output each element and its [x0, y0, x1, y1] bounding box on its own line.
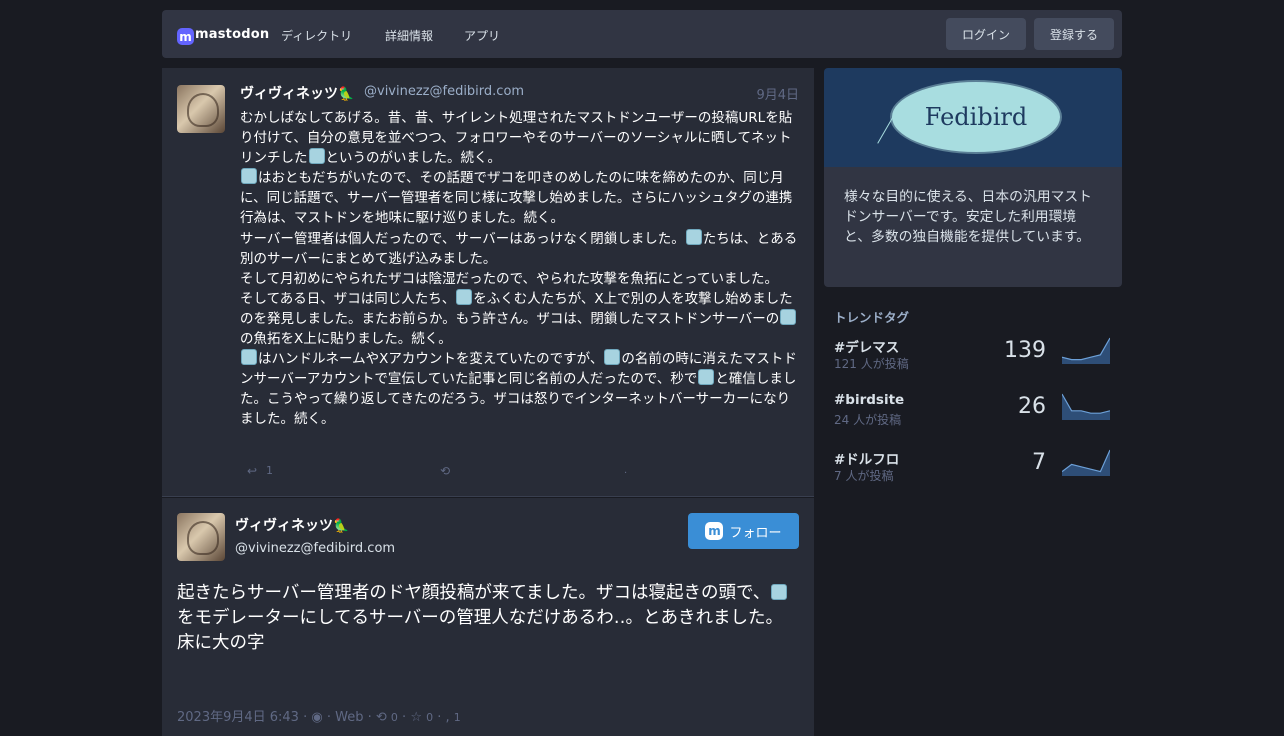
custom-emoji-icon: [780, 308, 797, 325]
trends-list: #デレマス 121 人が投稿 139 #birdsite 24 人が投稿 26 #ドルフロ 7…: [824, 326, 1122, 494]
follow-button[interactable]: m フォロー: [688, 513, 799, 549]
status-content: 起きたらサーバー管理者のドヤ顔投稿が来てました。ザコは寝起きの頭で、をモデレータ…: [177, 581, 799, 656]
boost-icon[interactable]: ⟲: [440, 464, 450, 478]
nav-directory[interactable]: ディレクトリ: [281, 27, 352, 44]
mastodon-icon: m: [177, 28, 194, 45]
reply-icon[interactable]: ↩: [247, 464, 257, 478]
sidebar: Fedibird 様々な目的に使える、日本の汎用マストドンサーバーです。安定した…: [824, 68, 1122, 494]
custom-emoji-icon: [456, 288, 473, 305]
server-logo-text: Fedibird: [924, 103, 1028, 131]
follow-label: フォロー: [729, 525, 782, 541]
trend-sparkline: [1062, 393, 1110, 420]
trend-count: 7: [1032, 450, 1046, 475]
paragraph: はハンドルネームやXアカウントを変えていたのですが、 の名前の時に消えたマストドン…: [240, 349, 800, 429]
text-segment: というのがいました。続く。: [325, 150, 502, 167]
reply-icon[interactable]: ,: [446, 710, 450, 725]
text-segment: をモデレーターにしてるサーバーの管理人なだけあるわ‥。とあきれました。: [177, 608, 783, 628]
text-segment: そして月初めにやられたザコは陰湿だったので、やられた攻撃を魚拓にとっていました。: [240, 270, 778, 287]
logo-text: mastodon: [195, 27, 270, 42]
nav-apps[interactable]: アプリ: [464, 27, 500, 44]
paragraph: そして月初めにやられたザコは陰湿だったので、やられた攻撃を魚拓にとっていました。: [240, 269, 800, 289]
text-segment: 床に大の字: [177, 633, 265, 653]
custom-emoji-icon: [308, 148, 325, 165]
status-meta: 2023年9月4日 6:43 · ◉ · Web · ⟲ 0 · ☆ 0 · ,…: [177, 706, 461, 725]
nav-about[interactable]: 詳細情報: [385, 27, 433, 44]
trend-uses: 7 人が投稿: [834, 469, 894, 483]
avatar[interactable]: [177, 513, 225, 561]
boost-count: 0: [390, 711, 398, 724]
reply-count: 1: [453, 711, 461, 724]
post-date[interactable]: 9月4日: [756, 84, 799, 103]
paragraph: 起きたらサーバー管理者のドヤ顔投稿が来てました。ザコは寝起きの頭で、をモデレータ…: [177, 581, 799, 631]
display-name-text: ヴィヴィネッツ: [240, 86, 338, 102]
separator: ·: [322, 710, 336, 725]
login-button[interactable]: ログイン: [946, 18, 1026, 50]
globe-icon: ◉: [311, 710, 323, 725]
trend-tag[interactable]: #birdsite: [834, 392, 904, 408]
trends-heading: トレンドタグ: [834, 310, 910, 325]
mastodon-logo[interactable]: m mastodon: [177, 24, 269, 45]
display-name[interactable]: ヴィヴィネッツ🦜: [240, 83, 354, 103]
sparkline-area: [1062, 450, 1110, 476]
name-emoji: 🦜: [333, 519, 350, 534]
custom-emoji-icon: [241, 168, 257, 185]
trend-uses: 24 人が投稿: [834, 413, 902, 427]
more-icon[interactable]: ·: [624, 468, 627, 479]
boost-icon[interactable]: ⟲: [376, 710, 387, 725]
trend-sparkline: [1062, 449, 1110, 476]
trend-item[interactable]: #デレマス 121 人が投稿 139: [824, 326, 1122, 382]
paragraph: はおともだちがいたので、その話題でザコを叩きのめしたのに味を締めたのか、同じ月に…: [240, 168, 800, 228]
paragraph: むかしばなしてあげる。昔、昔、サイレント処理されたマストドンユーザーの投稿URL…: [240, 108, 800, 168]
top-header: m mastodon ディレクトリ 詳細情報 アプリ ログイン 登録する: [162, 10, 1122, 58]
paragraph: 床に大の字: [177, 631, 799, 656]
name-emoji: 🦜: [338, 87, 355, 102]
trend-tag[interactable]: #デレマス: [834, 336, 899, 356]
server-logo: Fedibird: [890, 80, 1062, 154]
trend-item[interactable]: #ドルフロ 7 人が投稿 7: [824, 438, 1122, 494]
trend-count: 139: [1004, 338, 1046, 363]
account-handle[interactable]: @vivinezz@fedibird.com: [235, 541, 395, 556]
text-segment: はハンドルネームやXアカウントを変えていたのですが、: [258, 351, 604, 368]
custom-emoji-icon: [771, 584, 788, 600]
custom-emoji-icon: [685, 228, 702, 245]
separator: ·: [367, 710, 376, 725]
display-name[interactable]: ヴィヴィネッツ🦜: [235, 515, 349, 535]
custom-emoji-icon: [698, 369, 715, 386]
custom-emoji-icon: [241, 349, 257, 366]
status-card[interactable]: ヴィヴィネッツ🦜 @vivinezz@fedibird.com 9月4日 むかし…: [162, 68, 814, 497]
paragraph: そしてある日、ザコは同じ人たち、 をふくむ人たちが、X上で別の人を攻撃し始めました…: [240, 288, 800, 349]
trend-uses: 121 人が投稿: [834, 357, 909, 371]
trend-count: 26: [1018, 394, 1046, 419]
text-segment: 起きたらサーバー管理者のドヤ顔投稿が来てました。ザコは寝起きの頭で、: [177, 583, 771, 603]
signup-button[interactable]: 登録する: [1034, 18, 1114, 50]
text-segment: そしてある日、ザコは同じ人たち、: [240, 290, 456, 307]
fav-count: 0: [426, 711, 434, 724]
server-hero-image: Fedibird: [824, 68, 1122, 167]
text-segment: の魚拓をX上に貼りました。続く。: [240, 331, 452, 348]
custom-emoji-icon: [604, 349, 621, 366]
account-handle[interactable]: @vivinezz@fedibird.com: [364, 84, 524, 99]
status-content: むかしばなしてあげる。昔、昔、サイレント処理されたマストドンユーザーの投稿URL…: [240, 108, 800, 430]
separator: ·: [437, 710, 446, 725]
display-name-text: ヴィヴィネッツ: [235, 518, 333, 534]
trend-item[interactable]: #birdsite 24 人が投稿 26: [824, 382, 1122, 438]
trend-sparkline: [1062, 337, 1110, 364]
text-segment: サーバー管理者は個人だったので、サーバーはあっけなく閉鎖しました。: [240, 230, 685, 247]
avatar[interactable]: [177, 85, 225, 133]
server-description: 様々な目的に使える、日本の汎用マストドンサーバーです。安定した利用環境と、多数の…: [824, 167, 1122, 287]
app-name: Web: [335, 710, 364, 725]
trend-tag[interactable]: #ドルフロ: [834, 448, 899, 468]
paragraph: サーバー管理者は個人だったので、サーバーはあっけなく閉鎖しました。 たちは、とある…: [240, 228, 800, 269]
text-segment: はおともだちがいたので、その話題でザコを叩きのめしたのに味を締めたのか、同じ月に…: [240, 170, 793, 227]
timestamp[interactable]: 2023年9月4日 6:43: [177, 710, 299, 725]
mastodon-icon: m: [705, 522, 724, 540]
detailed-status: ヴィヴィネッツ🦜 @vivinezz@fedibird.com m フォロー 起…: [162, 498, 814, 736]
star-icon[interactable]: ☆: [410, 710, 422, 725]
reply-count: 1: [266, 464, 273, 477]
